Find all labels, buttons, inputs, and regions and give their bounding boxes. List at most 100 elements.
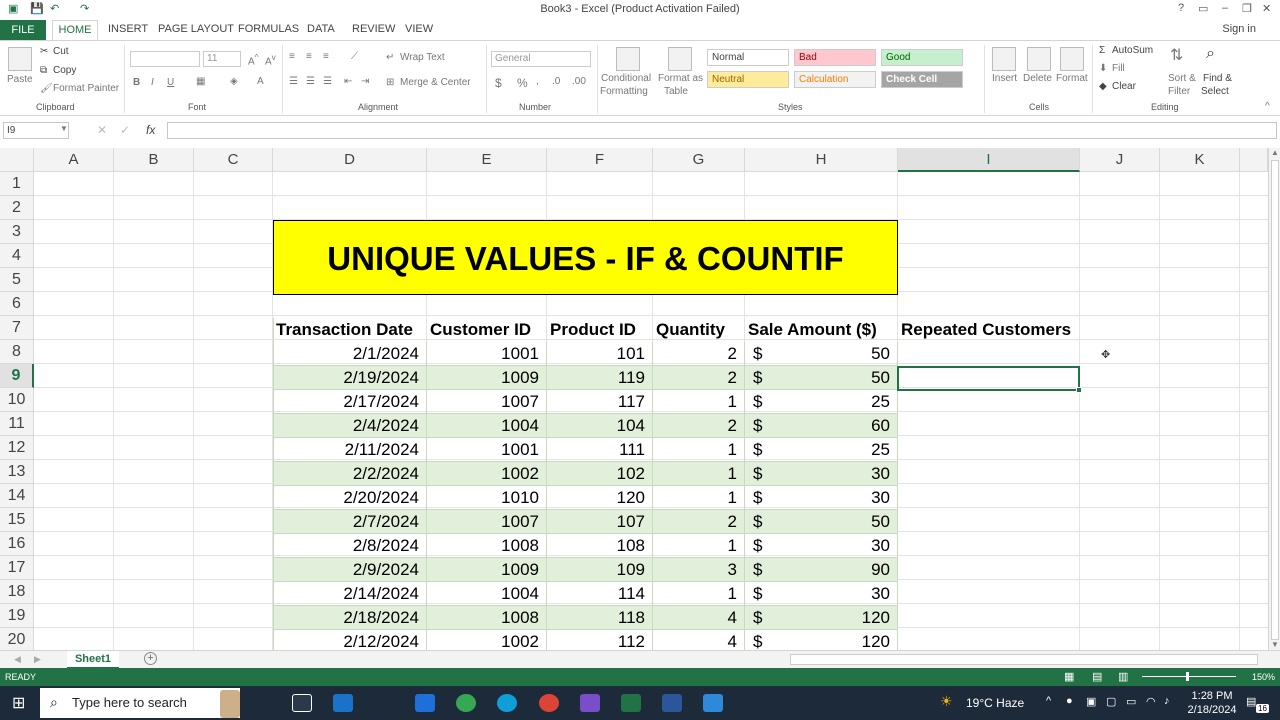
column-header-l[interactable]: [1240, 148, 1268, 172]
font-name-input[interactable]: [130, 51, 200, 67]
cell-qty[interactable]: 2: [653, 510, 745, 534]
cell-date[interactable]: 2/18/2024: [273, 606, 427, 630]
row-header-17[interactable]: 17: [0, 556, 34, 580]
zoom-level[interactable]: 150%: [1252, 672, 1275, 682]
find-select-label2[interactable]: Select: [1201, 86, 1229, 97]
zoom-slider[interactable]: [1142, 676, 1236, 677]
style-bad[interactable]: Bad: [794, 49, 876, 66]
format-painter-button[interactable]: Format Painter: [53, 83, 119, 94]
confirm-entry-icon[interactable]: ✓: [120, 123, 130, 137]
cell-prod[interactable]: 104: [547, 414, 653, 438]
fill-color-icon[interactable]: ◈: [230, 76, 238, 87]
cell-cust[interactable]: 1009: [427, 366, 547, 390]
cell-amt[interactable]: $50: [745, 366, 898, 390]
battery-icon[interactable]: ▭: [1126, 695, 1136, 708]
add-sheet-button[interactable]: +: [144, 652, 157, 665]
tab-page-layout[interactable]: PAGE LAYOUT: [158, 23, 234, 35]
cell-prod[interactable]: 108: [547, 534, 653, 558]
row-header-3[interactable]: 3: [0, 220, 34, 244]
cell-prod[interactable]: 107: [547, 510, 653, 534]
format-as-table-label1[interactable]: Format as: [658, 73, 703, 84]
tab-formulas[interactable]: FORMULAS: [238, 23, 299, 35]
autosum-icon[interactable]: Σ: [1099, 45, 1105, 56]
insert-cells-button[interactable]: Insert: [992, 73, 1017, 84]
scroll-down-icon[interactable]: ▼: [1271, 640, 1279, 649]
conditional-formatting-icon[interactable]: [616, 47, 640, 71]
underline-button[interactable]: U: [167, 77, 174, 88]
copy-button[interactable]: Copy: [53, 65, 76, 76]
cell-date[interactable]: 2/14/2024: [273, 582, 427, 606]
wrap-text-icon[interactable]: ↵: [386, 52, 394, 63]
borders-icon[interactable]: ▦: [196, 76, 205, 87]
taskbar-time[interactable]: 1:28 PM: [1186, 690, 1238, 702]
cut-icon[interactable]: ✂: [40, 46, 48, 57]
header-customer-id[interactable]: Customer ID: [427, 318, 547, 342]
header-transaction-date[interactable]: Transaction Date: [273, 318, 427, 342]
row-header-13[interactable]: 13: [0, 460, 34, 484]
row-header-9[interactable]: 9: [0, 364, 34, 388]
help-button[interactable]: ?: [1178, 2, 1184, 14]
font-color-icon[interactable]: A: [257, 76, 264, 87]
spreadsheet-grid[interactable]: A B C D E F G H I J K 1 2 3 4 5 6 7 8 9 10 11 12 13 1…: [0, 148, 1268, 650]
bold-button[interactable]: B: [133, 77, 140, 88]
comma-style-icon[interactable]: ,: [536, 76, 539, 87]
row-header-1[interactable]: 1: [0, 172, 34, 196]
cell-amt[interactable]: $90: [745, 558, 898, 582]
column-header-g[interactable]: G: [653, 148, 745, 172]
horizontal-scrollbar[interactable]: [790, 654, 1258, 665]
cell-date[interactable]: 2/12/2024: [273, 630, 427, 650]
page-layout-view-icon[interactable]: ▤: [1092, 670, 1102, 683]
select-all-corner[interactable]: [0, 148, 34, 172]
excel-taskbar-icon[interactable]: [621, 694, 641, 712]
insert-function-button[interactable]: fx: [146, 123, 155, 137]
cell-amt[interactable]: $30: [745, 486, 898, 510]
format-cells-button[interactable]: Format: [1056, 73, 1088, 84]
name-box-dropdown-icon[interactable]: ▼: [60, 124, 68, 133]
align-center-icon[interactable]: ☰: [306, 76, 315, 87]
insert-cells-icon[interactable]: [992, 47, 1016, 71]
cell-date[interactable]: 2/19/2024: [273, 366, 427, 390]
cell-prod[interactable]: 109: [547, 558, 653, 582]
cell-prod[interactable]: 101: [547, 342, 653, 366]
column-header-f[interactable]: F: [547, 148, 653, 172]
fill-icon[interactable]: ⬇: [1099, 63, 1107, 74]
cell-cust[interactable]: 1007: [427, 510, 547, 534]
conditional-formatting-label2[interactable]: Formatting: [600, 86, 648, 97]
row-header-5[interactable]: 5: [0, 268, 34, 292]
cut-button[interactable]: Cut: [53, 46, 69, 57]
align-left-icon[interactable]: ☰: [289, 76, 298, 87]
tab-view[interactable]: VIEW: [405, 23, 433, 35]
cell-amt[interactable]: $25: [745, 438, 898, 462]
task-view-icon[interactable]: [292, 694, 312, 712]
row-header-19[interactable]: 19: [0, 604, 34, 628]
style-normal[interactable]: Normal: [707, 49, 789, 66]
cell-date[interactable]: 2/11/2024: [273, 438, 427, 462]
cell-qty[interactable]: 2: [653, 342, 745, 366]
chrome-icon[interactable]: [456, 694, 476, 712]
tray-overflow-icon[interactable]: ^: [1046, 695, 1051, 707]
wrap-text-button[interactable]: Wrap Text: [400, 52, 445, 63]
column-header-b[interactable]: B: [114, 148, 194, 172]
clear-button[interactable]: Clear: [1112, 81, 1136, 92]
column-header-i[interactable]: I: [898, 148, 1080, 172]
column-header-a[interactable]: A: [34, 148, 114, 172]
row-header-18[interactable]: 18: [0, 580, 34, 604]
increase-font-icon[interactable]: A^: [248, 52, 259, 67]
cortana-avatar-icon[interactable]: [220, 690, 240, 718]
column-header-j[interactable]: J: [1080, 148, 1160, 172]
align-right-icon[interactable]: ☰: [323, 76, 332, 87]
number-format-select[interactable]: General: [491, 51, 591, 67]
tab-insert[interactable]: INSERT: [108, 23, 148, 35]
cell-date[interactable]: 2/4/2024: [273, 414, 427, 438]
cell-qty[interactable]: 1: [653, 462, 745, 486]
find-select-label1[interactable]: Find &: [1203, 73, 1232, 84]
cell-amt[interactable]: $120: [745, 606, 898, 630]
font-size-input[interactable]: 11: [203, 51, 241, 67]
header-quantity[interactable]: Quantity: [653, 318, 745, 342]
decrease-indent-icon[interactable]: ⇤: [344, 76, 352, 87]
header-sale-amount[interactable]: Sale Amount ($): [745, 318, 898, 342]
cell-qty[interactable]: 1: [653, 438, 745, 462]
cell-prod[interactable]: 112: [547, 630, 653, 650]
normal-view-icon[interactable]: ▦: [1064, 670, 1074, 683]
cell-prod[interactable]: 117: [547, 390, 653, 414]
